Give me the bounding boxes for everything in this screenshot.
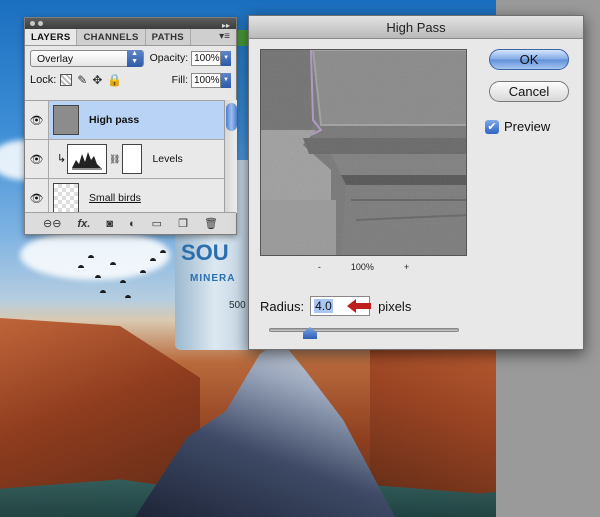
red-arrow-icon <box>347 299 372 313</box>
blend-mode-value: Overlay <box>37 52 74 65</box>
link-icon[interactable]: ⊖⊖ <box>43 217 61 230</box>
zoom-level: 100% <box>350 262 374 272</box>
group-icon[interactable]: ▭ <box>152 217 162 230</box>
layer-thumbnail <box>53 183 79 213</box>
grip-icon: ▸▸ <box>221 21 230 30</box>
bird <box>110 262 116 265</box>
close-icon[interactable] <box>30 21 35 26</box>
panel-tabs: LAYERS CHANNELS PATHS ▾≡ <box>25 29 236 46</box>
lock-position-icon[interactable]: ✥ <box>92 73 102 87</box>
select-arrows-icon: ▲ ▼ <box>126 49 143 67</box>
bird <box>88 255 94 258</box>
collapse-icon[interactable] <box>38 21 43 26</box>
layer-mask-thumbnail[interactable] <box>122 144 143 174</box>
opacity-field[interactable]: 100% <box>191 50 222 66</box>
panel-title-bar[interactable]: ▸▸ <box>25 18 236 30</box>
layers-panel: ▸▸ LAYERS CHANNELS PATHS ▾≡ Overlay ▲ ▼ O… <box>24 17 237 235</box>
trash-icon[interactable]: 🗑 <box>204 217 218 230</box>
fill-dropdown-icon[interactable]: ▼ <box>221 72 231 88</box>
radius-input[interactable]: 4.0 <box>310 296 372 316</box>
levels-adjustment-icon <box>67 144 107 174</box>
bottle-subtext: MINERA <box>190 273 236 284</box>
bird <box>125 295 131 298</box>
opacity-dropdown-icon[interactable]: ▼ <box>221 50 231 66</box>
eye-icon[interactable]: 👁 <box>25 140 49 178</box>
bird <box>100 290 106 293</box>
layer-row-high-pass[interactable]: 👁 High pass <box>25 101 224 140</box>
tab-layers[interactable]: LAYERS <box>25 29 78 45</box>
bird <box>78 265 84 268</box>
eye-icon[interactable]: 👁 <box>25 101 49 139</box>
layer-row-small-birds[interactable]: 👁 Small birds <box>25 179 224 213</box>
preview-option[interactable]: ✔ Preview <box>485 119 550 134</box>
filter-preview[interactable] <box>260 49 467 256</box>
layer-name[interactable]: High pass <box>89 114 139 126</box>
bird <box>150 258 156 261</box>
bird <box>140 270 146 273</box>
preview-label: Preview <box>504 119 551 134</box>
fill-label: Fill: <box>171 74 188 86</box>
lock-all-icon[interactable]: 🔒 <box>107 73 122 87</box>
slider-thumb[interactable] <box>303 327 317 339</box>
bottle-brand: SOU <box>181 240 229 265</box>
mask-icon[interactable]: ◙ <box>106 218 113 230</box>
chain-link-icon[interactable]: ⛓ <box>109 154 120 165</box>
new-layer-icon[interactable]: ❐ <box>178 217 188 230</box>
tab-paths[interactable]: PATHS <box>146 29 191 45</box>
lock-label: Lock: <box>30 74 57 86</box>
cancel-button[interactable]: Cancel <box>489 81 569 102</box>
zoom-in-button[interactable]: + <box>404 262 409 272</box>
cloud <box>20 230 170 280</box>
layer-name[interactable]: Levels <box>152 153 182 165</box>
zoom-out-button[interactable]: - <box>318 262 321 272</box>
adjustment-icon[interactable]: ◐ <box>129 218 136 230</box>
preview-image <box>261 50 466 255</box>
radius-label: Radius: <box>260 298 305 314</box>
layer-name[interactable]: Small birds <box>89 192 141 204</box>
eye-icon[interactable]: 👁 <box>25 179 49 213</box>
radius-row: Radius: 4.0 pixels <box>260 296 411 316</box>
layers-footer: ⊖⊖ fx. ◙ ◐ ▭ ❐ 🗑 <box>25 212 236 234</box>
layer-list-scrollbar[interactable] <box>224 100 237 213</box>
high-pass-dialog: High Pass - 100% + Radius: 4.0 pixels OK… <box>248 15 584 350</box>
zoom-controls: - 100% + <box>260 262 467 272</box>
fill-field[interactable]: 100% <box>191 72 221 88</box>
lock-pixels-icon[interactable]: ✎ <box>77 73 87 87</box>
clipping-arrow-icon: ↳ <box>57 153 67 165</box>
radius-value: 4.0 <box>314 299 333 313</box>
scrollbar-thumb[interactable] <box>226 103 237 131</box>
preview-checkbox[interactable]: ✔ <box>485 119 499 134</box>
radius-slider[interactable] <box>269 327 459 339</box>
bird <box>160 250 166 253</box>
bird <box>95 275 101 278</box>
panel-menu-icon[interactable]: ▾≡ <box>213 29 236 45</box>
bird <box>120 280 126 283</box>
dialog-title[interactable]: High Pass <box>249 16 583 39</box>
layer-thumbnail <box>53 105 79 135</box>
layer-row-levels[interactable]: 👁 ↳ ⛓ Levels <box>25 140 224 179</box>
fx-icon[interactable]: fx. <box>77 218 90 230</box>
bottle-volume: 500 <box>229 300 246 311</box>
radius-unit: pixels <box>378 298 412 314</box>
opacity-label: Opacity: <box>149 52 189 64</box>
lock-transparency-icon[interactable] <box>60 74 73 86</box>
tab-channels[interactable]: CHANNELS <box>77 29 146 45</box>
ok-button[interactable]: OK <box>489 49 569 70</box>
blend-mode-select[interactable]: Overlay ▲ ▼ <box>30 49 144 67</box>
layer-list: 👁 High pass 👁 ↳ ⛓ Levels 👁 Small birds <box>25 100 224 213</box>
